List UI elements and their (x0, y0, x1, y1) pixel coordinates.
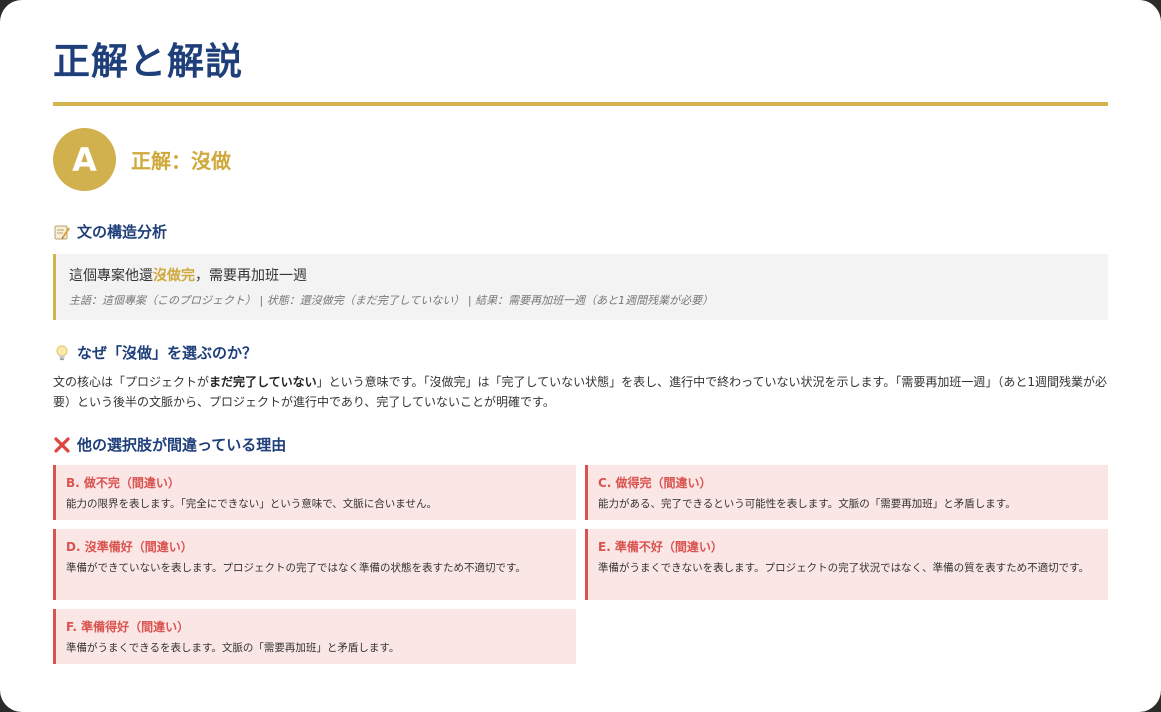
option-card-c: C. 做得完（間違い） 能力がある、完了できるという可能性を表します。文脈の「需… (585, 465, 1108, 521)
page-title: 正解と解説 (53, 40, 243, 83)
title-divider (53, 102, 1108, 107)
memo-icon (53, 223, 71, 241)
option-desc: 能力の限界を表します。「完全にできない」という意味で、文脈に合いません。 (66, 498, 437, 511)
sentence-end: ，需要再加班一週 (195, 268, 307, 285)
why-text-start: 文の核心は「プロジェクトが (53, 375, 210, 390)
structure-box: 這個專案他還沒做完，需要再加班一週 主語：這個專案（このプロジェクト） | 状態… (53, 254, 1108, 321)
option-desc: 能力がある、完了できるという可能性を表します。文脈の「需要再加班」と矛盾します。 (598, 498, 1016, 511)
option-desc: 準備がうまくできるを表します。文脈の「需要再加班」と矛盾します。 (66, 642, 400, 655)
cross-icon (53, 436, 71, 454)
answer-badge: A (53, 128, 116, 192)
answer-row: A 正解：沒做 (53, 128, 1108, 192)
sentence-start: 這個專案他還 (69, 268, 153, 285)
why-paragraph: 文の核心は「プロジェクトがまだ完了していない」という意味です。「沒做完」は「完了… (53, 372, 1108, 412)
option-card-f: F. 準備得好（間違い） 準備がうまくできるを表します。文脈の「需要再加班」と矛… (53, 609, 576, 665)
option-desc: 準備がうまくできないを表します。プロジェクトの完了状況ではなく、準備の質を表すた… (598, 562, 1090, 575)
option-card-e: E. 準備不好（間違い） 準備がうまくできないを表します。プロジェクトの完了状況… (585, 529, 1108, 601)
option-title: D. 沒準備好（間違い） (66, 540, 193, 555)
example-sentence: 這個專案他還沒做完，需要再加班一週 (69, 265, 1095, 285)
why-heading-label: なぜ「沒做」を選ぶのか？ (77, 344, 258, 363)
sentence-highlight: 沒做完 (153, 268, 195, 285)
option-title: B. 做不完（間違い） (66, 476, 180, 491)
option-title: F. 準備得好（間違い） (66, 620, 190, 635)
wrong-options-grid: B. 做不完（間違い） 能力の限界を表します。「完全にできない」という意味で、文… (53, 465, 1108, 665)
option-desc: 準備ができていないを表します。プロジェクトの完了ではなく準備の状態を表すため不適… (66, 562, 526, 575)
why-text-bold: まだ完了していない (209, 375, 317, 390)
structure-heading-label: 文の構造分析 (77, 223, 168, 242)
wrong-heading-label: 他の選択肢が間違っている理由 (77, 436, 287, 455)
structure-note: 主語：這個專案（このプロジェクト） | 状態：還沒做完（まだ完了していない） |… (69, 294, 714, 308)
option-title: C. 做得完（間違い） (598, 476, 712, 491)
option-title: E. 準備不好（間違い） (598, 540, 723, 555)
why-heading: なぜ「沒做」を選ぶのか？ (53, 342, 1108, 363)
explanation-card: 正解と解説 A 正解：沒做 文の構造分析 這個專案他還沒做完，需要再加班一週 主… (0, 0, 1161, 712)
option-card-d: D. 沒準備好（間違い） 準備ができていないを表します。プロジェクトの完了ではな… (53, 529, 576, 601)
structure-heading: 文の構造分析 (53, 221, 1108, 242)
answer-label: 正解：沒做 (131, 149, 231, 174)
wrong-heading: 他の選択肢が間違っている理由 (53, 434, 1108, 455)
lightbulb-icon (53, 344, 71, 362)
option-card-b: B. 做不完（間違い） 能力の限界を表します。「完全にできない」という意味で、文… (53, 465, 576, 521)
